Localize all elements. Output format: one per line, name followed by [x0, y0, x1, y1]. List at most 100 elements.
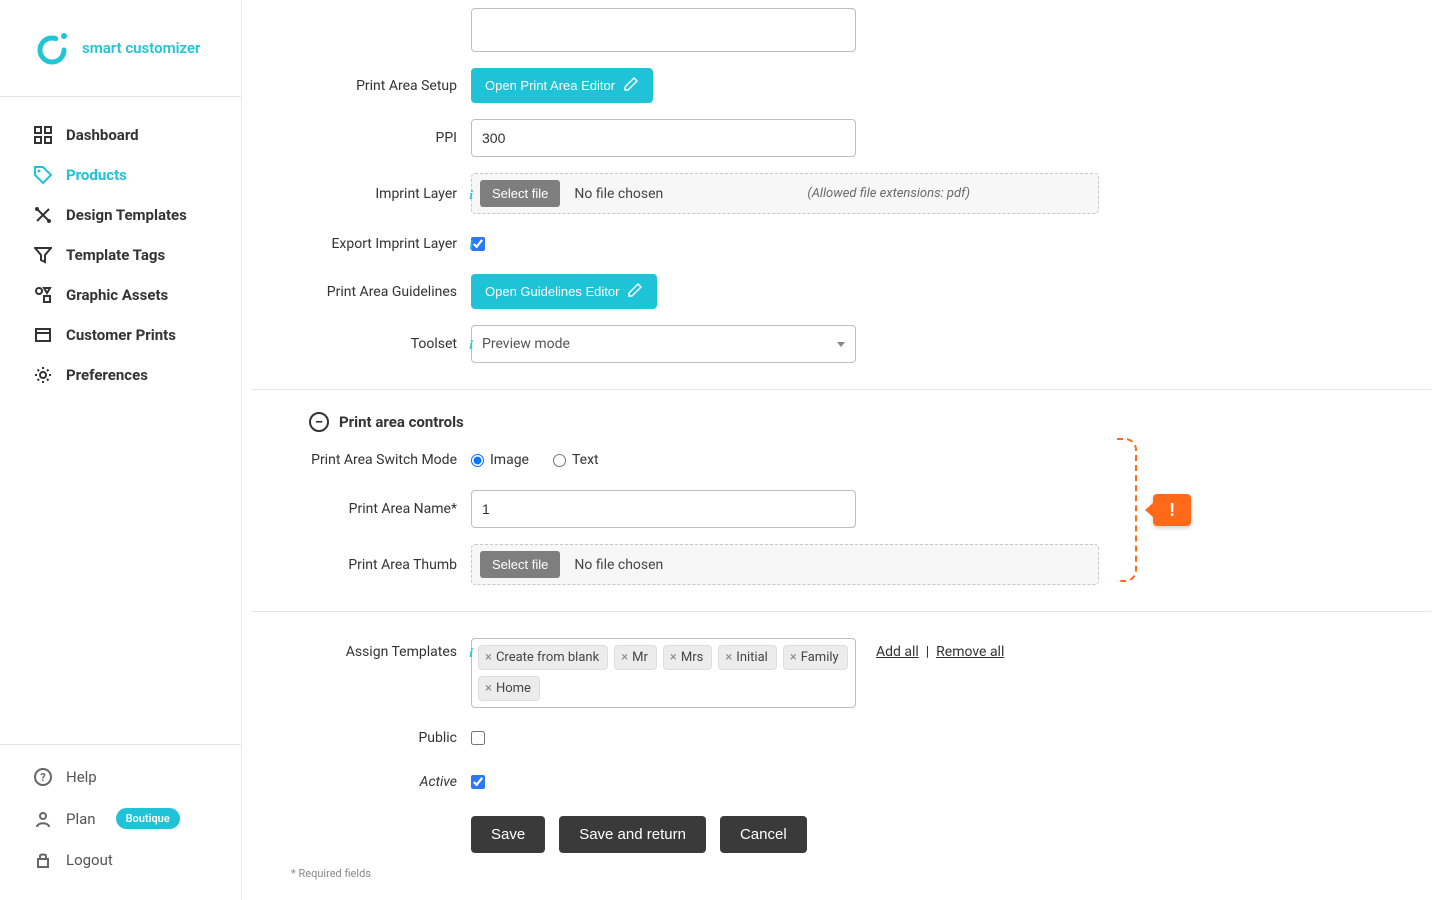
add-all-link[interactable]: Add all [876, 644, 919, 660]
dashboard-icon [34, 126, 52, 144]
tag-label: Mr [632, 650, 648, 665]
logout-link[interactable]: Logout [0, 840, 241, 880]
close-icon[interactable]: × [670, 650, 677, 665]
close-icon[interactable]: × [790, 650, 797, 665]
assets-icon [34, 286, 52, 304]
save-button[interactable]: Save [471, 816, 545, 853]
label-text: Imprint Layer [375, 186, 457, 202]
label-print-area-thumb: Print Area Thumb [291, 557, 471, 573]
open-print-area-editor-button[interactable]: Open Print Area Editor [471, 68, 653, 103]
save-and-return-button[interactable]: Save and return [559, 816, 706, 853]
label-export-imprint-layer: Export Imprint Layer i [291, 236, 471, 252]
tools-icon [34, 206, 52, 224]
radio-image[interactable]: Image [471, 452, 529, 468]
nav-bottom: ? Help Plan Boutique Logout [0, 744, 241, 900]
logo-icon [34, 30, 70, 66]
edit-icon [623, 76, 639, 95]
label-switch-mode: Print Area Switch Mode [291, 452, 471, 468]
tag-label: Home [496, 681, 531, 696]
ppi-input[interactable] [471, 119, 856, 157]
tag-label: Initial [736, 650, 768, 665]
active-checkbox[interactable] [471, 775, 485, 789]
label-assign-templates: Assign Templates i [291, 638, 471, 660]
radio-image-input[interactable] [471, 454, 484, 467]
action-row: Save Save and return Cancel [471, 804, 1391, 857]
sidebar: smart customizer Dashboard Products Desi… [0, 0, 242, 900]
alert-badge[interactable]: ! [1153, 494, 1191, 526]
label-text: Export Imprint Layer [331, 236, 457, 252]
tag-mrs[interactable]: × Mrs [663, 645, 712, 670]
sidebar-item-dashboard[interactable]: Dashboard [0, 115, 241, 155]
row-switch-mode: Print Area Switch Mode Image Text [291, 438, 1391, 482]
info-icon[interactable]: i [469, 337, 473, 353]
logout-label: Logout [66, 851, 113, 869]
row-active: Active [291, 760, 1391, 804]
highlight-bracket [1117, 438, 1137, 582]
imprint-layer-file: Select file No file chosen (Allowed file… [471, 173, 1099, 214]
sidebar-item-preferences[interactable]: Preferences [0, 355, 241, 395]
sidebar-item-label: Products [66, 166, 127, 184]
label-text: Toolset [411, 336, 457, 352]
row-public: Public [291, 716, 1391, 760]
cancel-button[interactable]: Cancel [720, 816, 807, 853]
section-print-area-controls[interactable]: − Print area controls [291, 402, 1391, 438]
toolset-select[interactable]: Preview mode [471, 325, 856, 363]
section-title: Print area controls [339, 413, 464, 431]
row-toolset: Toolset i Preview mode [291, 317, 1391, 371]
label-print-area-setup: Print Area Setup [291, 78, 471, 94]
close-icon[interactable]: × [725, 650, 732, 665]
logo[interactable]: smart customizer [0, 0, 241, 97]
sidebar-item-products[interactable]: Products [0, 155, 241, 195]
sidebar-item-customer-prints[interactable]: Customer Prints [0, 315, 241, 355]
info-icon[interactable]: i [469, 187, 473, 203]
row-print-area-name: Print Area Name* [291, 482, 1391, 536]
sidebar-item-template-tags[interactable]: Template Tags [0, 235, 241, 275]
svg-text:?: ? [40, 771, 46, 784]
info-icon[interactable]: i [469, 645, 473, 661]
sidebar-item-label: Template Tags [66, 246, 165, 264]
label-ppi: PPI [291, 130, 471, 146]
logo-text: smart customizer [82, 39, 200, 57]
close-icon[interactable]: × [485, 681, 492, 696]
row-export-imprint-layer: Export Imprint Layer i [291, 222, 1391, 266]
help-link[interactable]: ? Help [0, 757, 241, 797]
lock-icon [34, 851, 52, 869]
sidebar-item-graphic-assets[interactable]: Graphic Assets [0, 275, 241, 315]
tag-family[interactable]: × Family [783, 645, 848, 670]
tag-create-from-blank[interactable]: ×Create from blank [478, 645, 608, 670]
plan-label: Plan [66, 810, 96, 828]
print-area-name-input[interactable] [471, 490, 856, 528]
row-preview [291, 0, 1391, 60]
close-icon[interactable]: × [485, 650, 492, 665]
tag-initial[interactable]: × Initial [718, 645, 776, 670]
tag-icon [34, 166, 52, 184]
template-tags-box[interactable]: ×Create from blank × Mr × Mrs × Initial × Fa… [471, 638, 856, 708]
public-checkbox[interactable] [471, 731, 485, 745]
print-area-thumb-file: Select file No file chosen [471, 544, 1099, 585]
open-guidelines-editor-button[interactable]: Open Guidelines Editor [471, 274, 657, 309]
row-assign-templates: Assign Templates i ×Create from blank × M… [291, 624, 1391, 716]
tag-label: Family [801, 650, 839, 665]
required-fields-note: * Required fields [291, 867, 1391, 880]
row-guidelines: Print Area Guidelines Open Guidelines Ed… [291, 266, 1391, 317]
sidebar-item-design-templates[interactable]: Design Templates [0, 195, 241, 235]
tag-label: Mrs [681, 650, 703, 665]
radio-text-input[interactable] [553, 454, 566, 467]
tag-home[interactable]: × Home [478, 676, 540, 701]
select-file-button[interactable]: Select file [480, 551, 560, 578]
preview-box [471, 8, 856, 52]
select-file-button[interactable]: Select file [480, 180, 560, 207]
info-icon[interactable]: i [469, 237, 473, 253]
sidebar-item-label: Dashboard [66, 126, 139, 144]
radio-text[interactable]: Text [553, 452, 599, 468]
help-label: Help [66, 768, 97, 786]
filter-icon [34, 246, 52, 264]
collapse-icon[interactable]: − [309, 412, 329, 432]
close-icon[interactable]: × [621, 650, 628, 665]
plan-link[interactable]: Plan Boutique [0, 797, 241, 840]
tag-mr[interactable]: × Mr [614, 645, 657, 670]
plan-badge: Boutique [116, 808, 180, 829]
row-imprint-layer: Imprint Layer i Select file No file chos… [291, 165, 1391, 222]
export-imprint-checkbox[interactable] [471, 237, 485, 251]
remove-all-link[interactable]: Remove all [936, 644, 1004, 660]
